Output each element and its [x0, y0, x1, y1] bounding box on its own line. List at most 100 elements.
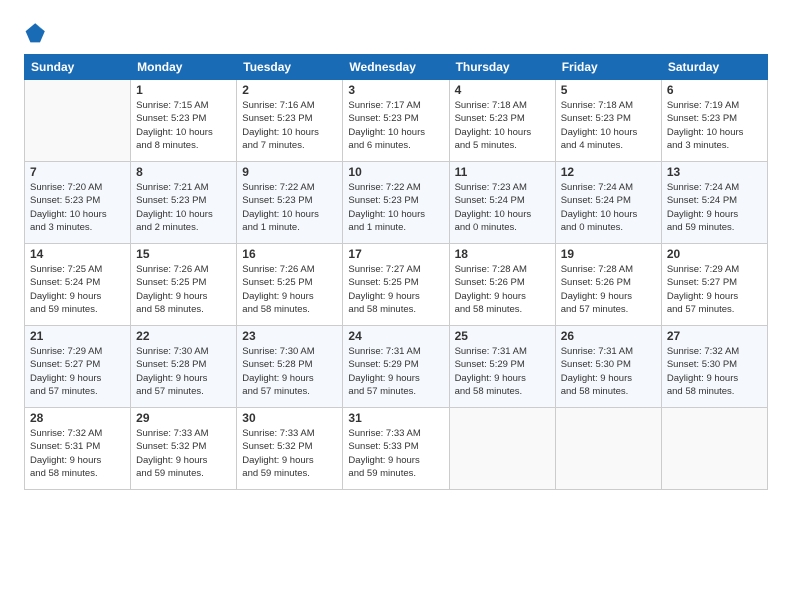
calendar-cell: 22Sunrise: 7:30 AM Sunset: 5:28 PM Dayli…: [131, 326, 237, 408]
day-info: Sunrise: 7:27 AM Sunset: 5:25 PM Dayligh…: [348, 263, 443, 316]
day-number: 23: [242, 329, 337, 343]
day-info: Sunrise: 7:30 AM Sunset: 5:28 PM Dayligh…: [242, 345, 337, 398]
day-number: 25: [455, 329, 550, 343]
day-number: 7: [30, 165, 125, 179]
calendar-cell: 25 Sunrise: 7:31 AM Sunset: 5:29 PM Dayli…: [449, 326, 555, 408]
calendar-cell: 14 Sunrise: 7:25 AM Sunset: 5:24 PM Dayli…: [25, 244, 131, 326]
calendar-day-header: Monday: [131, 55, 237, 80]
calendar-cell: 30Sunrise: 7:33 AM Sunset: 5:32 PM Dayli…: [237, 408, 343, 490]
logo: [24, 20, 52, 44]
calendar-cell: 4 Sunrise: 7:18 AM Sunset: 5:23 PM Daylig…: [449, 80, 555, 162]
day-number: 20: [667, 247, 762, 261]
day-number: 28: [30, 411, 125, 425]
day-number: 3: [348, 83, 443, 97]
day-number: 6: [667, 83, 762, 97]
calendar-cell: [449, 408, 555, 490]
day-info: Sunrise: 7:22 AM Sunset: 5:23 PM Dayligh…: [242, 181, 337, 234]
day-info: Sunrise: 7:17 AM Sunset: 5:23 PM Dayligh…: [348, 99, 443, 152]
day-number: 27: [667, 329, 762, 343]
calendar-cell: 9 Sunrise: 7:22 AM Sunset: 5:23 PM Daylig…: [237, 162, 343, 244]
day-number: 22: [136, 329, 231, 343]
day-info: Sunrise: 7:28 AM Sunset: 5:26 PM Dayligh…: [561, 263, 656, 316]
calendar-cell: 19 Sunrise: 7:28 AM Sunset: 5:26 PM Dayli…: [555, 244, 661, 326]
calendar-cell: [25, 80, 131, 162]
day-number: 9: [242, 165, 337, 179]
day-number: 17: [348, 247, 443, 261]
day-number: 31: [348, 411, 443, 425]
calendar-cell: 7Sunrise: 7:20 AM Sunset: 5:23 PM Daylig…: [25, 162, 131, 244]
calendar-day-header: Friday: [555, 55, 661, 80]
day-info: Sunrise: 7:31 AM Sunset: 5:29 PM Dayligh…: [455, 345, 550, 398]
calendar-cell: 23 Sunrise: 7:30 AM Sunset: 5:28 PM Dayli…: [237, 326, 343, 408]
calendar-cell: 18 Sunrise: 7:28 AM Sunset: 5:26 PM Dayli…: [449, 244, 555, 326]
day-info: Sunrise: 7:29 AM Sunset: 5:27 PM Dayligh…: [30, 345, 125, 398]
calendar-cell: 11 Sunrise: 7:23 AM Sunset: 5:24 PM Dayli…: [449, 162, 555, 244]
day-number: 1: [136, 83, 231, 97]
page: SundayMondayTuesdayWednesdayThursdayFrid…: [0, 0, 792, 612]
calendar-cell: 27 Sunrise: 7:32 AM Sunset: 5:30 PM Dayli…: [661, 326, 767, 408]
logo-icon: [24, 20, 48, 44]
day-info: Sunrise: 7:21 AM Sunset: 5:23 PM Dayligh…: [136, 181, 231, 234]
calendar-cell: 6 Sunrise: 7:19 AM Sunset: 5:23 PM Daylig…: [661, 80, 767, 162]
day-number: 4: [455, 83, 550, 97]
day-info: Sunrise: 7:33 AM Sunset: 5:32 PM Dayligh…: [242, 427, 337, 480]
day-number: 10: [348, 165, 443, 179]
calendar-cell: 29 Sunrise: 7:33 AM Sunset: 5:32 PM Dayli…: [131, 408, 237, 490]
day-number: 11: [455, 165, 550, 179]
day-number: 14: [30, 247, 125, 261]
day-info: Sunrise: 7:31 AM Sunset: 5:30 PM Dayligh…: [561, 345, 656, 398]
calendar-day-header: Thursday: [449, 55, 555, 80]
day-info: Sunrise: 7:28 AM Sunset: 5:26 PM Dayligh…: [455, 263, 550, 316]
calendar-cell: 2 Sunrise: 7:16 AM Sunset: 5:23 PM Daylig…: [237, 80, 343, 162]
calendar-cell: 17 Sunrise: 7:27 AM Sunset: 5:25 PM Dayli…: [343, 244, 449, 326]
day-info: Sunrise: 7:24 AM Sunset: 5:24 PM Dayligh…: [667, 181, 762, 234]
calendar-cell: 10 Sunrise: 7:22 AM Sunset: 5:23 PM Dayli…: [343, 162, 449, 244]
calendar-day-header: Tuesday: [237, 55, 343, 80]
calendar-cell: 20 Sunrise: 7:29 AM Sunset: 5:27 PM Dayli…: [661, 244, 767, 326]
day-info: Sunrise: 7:16 AM Sunset: 5:23 PM Dayligh…: [242, 99, 337, 152]
calendar-day-header: Saturday: [661, 55, 767, 80]
day-number: 15: [136, 247, 231, 261]
day-info: Sunrise: 7:23 AM Sunset: 5:24 PM Dayligh…: [455, 181, 550, 234]
day-info: Sunrise: 7:25 AM Sunset: 5:24 PM Dayligh…: [30, 263, 125, 316]
calendar-day-header: Sunday: [25, 55, 131, 80]
day-info: Sunrise: 7:15 AM Sunset: 5:23 PM Dayligh…: [136, 99, 231, 152]
calendar-table: SundayMondayTuesdayWednesdayThursdayFrid…: [24, 54, 768, 490]
day-info: Sunrise: 7:24 AM Sunset: 5:24 PM Dayligh…: [561, 181, 656, 234]
day-number: 16: [242, 247, 337, 261]
calendar-cell: [661, 408, 767, 490]
day-info: Sunrise: 7:32 AM Sunset: 5:31 PM Dayligh…: [30, 427, 125, 480]
calendar-day-header: Wednesday: [343, 55, 449, 80]
calendar-cell: 3 Sunrise: 7:17 AM Sunset: 5:23 PM Daylig…: [343, 80, 449, 162]
calendar-cell: 12Sunrise: 7:24 AM Sunset: 5:24 PM Dayli…: [555, 162, 661, 244]
calendar-cell: 5Sunrise: 7:18 AM Sunset: 5:23 PM Daylig…: [555, 80, 661, 162]
calendar-cell: 1 Sunrise: 7:15 AM Sunset: 5:23 PM Daylig…: [131, 80, 237, 162]
day-number: 13: [667, 165, 762, 179]
calendar-week-row: 1 Sunrise: 7:15 AM Sunset: 5:23 PM Daylig…: [25, 80, 768, 162]
calendar-cell: 8 Sunrise: 7:21 AM Sunset: 5:23 PM Daylig…: [131, 162, 237, 244]
day-info: Sunrise: 7:18 AM Sunset: 5:23 PM Dayligh…: [455, 99, 550, 152]
day-number: 19: [561, 247, 656, 261]
calendar-header-row: SundayMondayTuesdayWednesdayThursdayFrid…: [25, 55, 768, 80]
calendar-cell: 21 Sunrise: 7:29 AM Sunset: 5:27 PM Dayli…: [25, 326, 131, 408]
day-info: Sunrise: 7:19 AM Sunset: 5:23 PM Dayligh…: [667, 99, 762, 152]
calendar-cell: 28 Sunrise: 7:32 AM Sunset: 5:31 PM Dayli…: [25, 408, 131, 490]
day-number: 29: [136, 411, 231, 425]
day-number: 2: [242, 83, 337, 97]
calendar-week-row: 28 Sunrise: 7:32 AM Sunset: 5:31 PM Dayli…: [25, 408, 768, 490]
day-info: Sunrise: 7:29 AM Sunset: 5:27 PM Dayligh…: [667, 263, 762, 316]
day-info: Sunrise: 7:31 AM Sunset: 5:29 PM Dayligh…: [348, 345, 443, 398]
calendar-cell: 26 Sunrise: 7:31 AM Sunset: 5:30 PM Dayli…: [555, 326, 661, 408]
day-info: Sunrise: 7:33 AM Sunset: 5:32 PM Dayligh…: [136, 427, 231, 480]
day-number: 5: [561, 83, 656, 97]
day-info: Sunrise: 7:22 AM Sunset: 5:23 PM Dayligh…: [348, 181, 443, 234]
day-number: 21: [30, 329, 125, 343]
day-info: Sunrise: 7:26 AM Sunset: 5:25 PM Dayligh…: [242, 263, 337, 316]
day-number: 18: [455, 247, 550, 261]
calendar-cell: 16 Sunrise: 7:26 AM Sunset: 5:25 PM Dayli…: [237, 244, 343, 326]
calendar-cell: 15Sunrise: 7:26 AM Sunset: 5:25 PM Dayli…: [131, 244, 237, 326]
day-number: 26: [561, 329, 656, 343]
day-number: 8: [136, 165, 231, 179]
calendar-cell: [555, 408, 661, 490]
day-info: Sunrise: 7:32 AM Sunset: 5:30 PM Dayligh…: [667, 345, 762, 398]
